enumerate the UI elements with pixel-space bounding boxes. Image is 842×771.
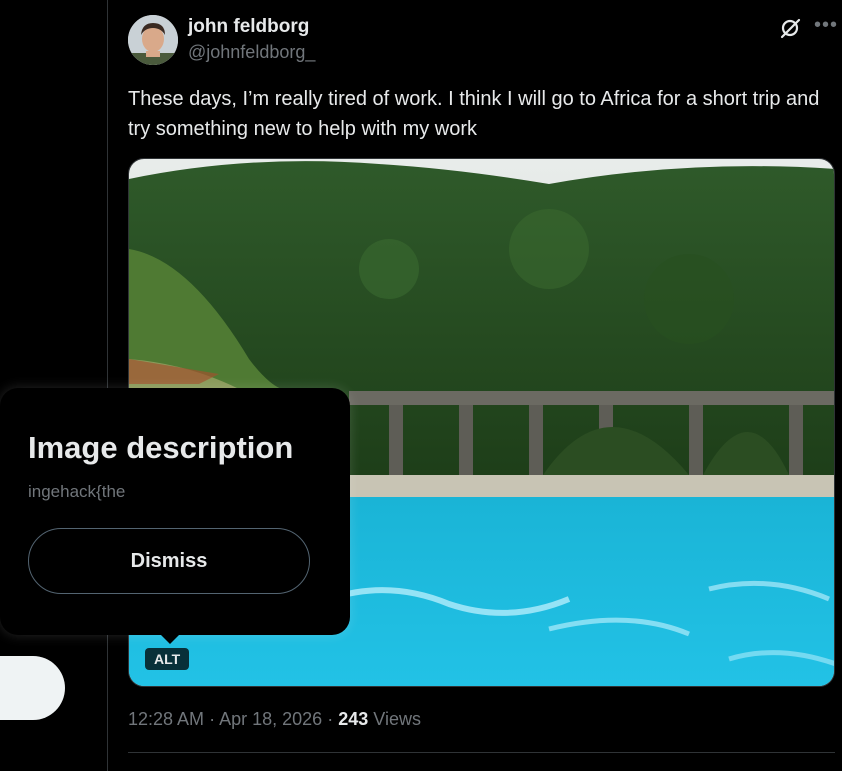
views-label: Views [373,709,421,729]
avatar[interactable] [128,15,178,65]
more-icon[interactable]: ••• [814,14,838,37]
author-name[interactable]: john feldborg [188,16,309,38]
dismiss-button[interactable]: Dismiss [28,528,310,594]
popover-description: ingehack{the [28,482,126,501]
grok-icon[interactable] [778,16,802,40]
alt-badge[interactable]: ALT [145,648,190,670]
tweet-meta: 12:28 AM · Apr 18, 2026 · 243 Views [128,709,421,730]
meta-divider [128,752,835,753]
views-count: 243 [338,709,369,729]
meta-separator: · [209,709,216,729]
author-handle[interactable]: @johnfeldborg_ [188,42,315,63]
tweet-text: These days, I’m really tired of work. I … [128,88,820,140]
popover-caret [160,634,180,644]
column-divider [107,0,108,771]
tweet-time[interactable]: 12:28 AM [128,709,204,729]
meta-separator: · [327,709,334,729]
popover-title: Image description [28,430,294,465]
image-description-popover: Image description ingehack{the Dismiss [0,388,350,635]
post-button[interactable] [0,656,65,720]
tweet-date[interactable]: Apr 18, 2026 [219,709,322,729]
